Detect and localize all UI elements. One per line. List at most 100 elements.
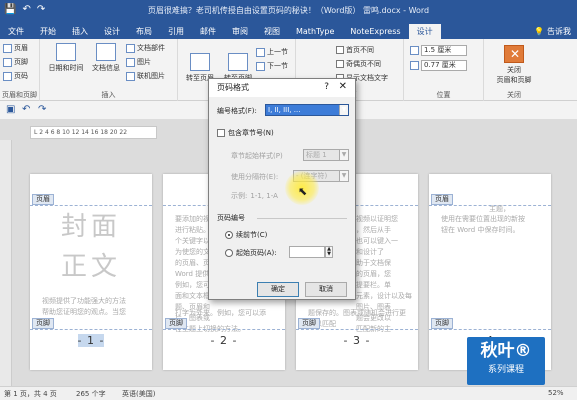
- page-number[interactable]: - 3 -: [296, 334, 418, 347]
- arrow-up-icon: [256, 47, 265, 57]
- close-header-footer-button[interactable]: 关闭 页眉和页脚: [488, 45, 540, 85]
- close-group-label: 关闭: [507, 91, 521, 99]
- tab-layout[interactable]: 布局: [128, 24, 160, 39]
- tab-mathtype[interactable]: MathType: [288, 24, 342, 39]
- vertical-ruler[interactable]: [0, 140, 12, 386]
- word-count[interactable]: 265 个字: [76, 389, 106, 399]
- start-at-input[interactable]: [289, 246, 325, 258]
- horizontal-ruler[interactable]: L 2 4 6 8 10 12 14 16 18 20 22: [30, 126, 157, 139]
- body-text-large: 正文: [60, 252, 121, 282]
- online-picture-button[interactable]: 联机图片: [126, 71, 165, 81]
- header-button[interactable]: 页眉: [3, 43, 28, 53]
- undo-icon-small[interactable]: ↶: [22, 104, 30, 115]
- tab-view[interactable]: 视图: [256, 24, 288, 39]
- tab-header-footer-design[interactable]: 设计: [408, 24, 441, 39]
- footer-position-icon: [410, 61, 419, 70]
- arrow-down-icon: [256, 61, 265, 71]
- different-first-page-option[interactable]: 首页不同: [336, 45, 374, 55]
- picture-button[interactable]: 图片: [126, 57, 151, 67]
- page-number[interactable]: - 2 -: [163, 334, 285, 347]
- language[interactable]: 英语(美国): [122, 389, 155, 399]
- next-section-button[interactable]: 下一节: [256, 61, 288, 71]
- zoom-level[interactable]: 52%: [548, 389, 564, 397]
- doc-parts-button[interactable]: 文档部件: [126, 43, 165, 53]
- page-number[interactable]: - 1 -: [30, 334, 152, 347]
- tab-noteexpress[interactable]: NoteExpress: [342, 24, 408, 39]
- redo-icon-small[interactable]: ↷: [38, 104, 46, 115]
- start-at-option[interactable]: 起始页码(A):: [225, 248, 277, 258]
- page-1[interactable]: 页眉 封面 正文 视频提供了功能强大的方法 帮助您证明您的观点。当您 页脚 - …: [30, 174, 152, 370]
- title-bar: 💾 ↶ ↷ 页眉很难搞？老司机传授自由设置页码的秘诀！（Word版） 雷鸣.do…: [0, 0, 577, 22]
- page-count[interactable]: 第 1 页，共 4 页: [4, 389, 57, 399]
- include-chapter-option[interactable]: 包含章节号(N): [217, 128, 274, 138]
- example-row: 示例: 1-1, 1-A: [231, 192, 278, 200]
- page-number-button[interactable]: 页码: [3, 71, 28, 81]
- different-odd-even-option[interactable]: 奇偶页不同: [336, 59, 381, 69]
- tab-review[interactable]: 审阅: [224, 24, 256, 39]
- footer-boundary: [296, 329, 418, 330]
- tab-file[interactable]: 文件: [0, 24, 32, 39]
- previous-section-button[interactable]: 上一节: [256, 47, 288, 57]
- header-position-control[interactable]: 1.5 厘米: [410, 45, 467, 56]
- footer-position-control[interactable]: 0.77 厘米: [410, 60, 467, 71]
- status-bar: 第 1 页，共 4 页 265 个字 英语(美国) 52%: [0, 386, 577, 400]
- save-icon[interactable]: 💾: [4, 4, 16, 15]
- footer-button[interactable]: 页脚: [3, 57, 28, 67]
- insert-group-label: 插入: [101, 91, 116, 99]
- help-icon[interactable]: ?: [324, 82, 329, 92]
- dialog-title: 页码格式: [209, 79, 355, 97]
- different-odd-even-checkbox[interactable]: [336, 60, 344, 68]
- tab-references[interactable]: 引用: [160, 24, 192, 39]
- chevron-down-icon: ▼: [339, 150, 348, 160]
- footer-boundary: [429, 329, 551, 330]
- doc-info-button[interactable]: 文档信息: [88, 43, 124, 73]
- cover-text: 封面: [60, 212, 121, 242]
- quick-access-toolbar: 💾 ↶ ↷: [4, 4, 45, 15]
- body-paragraph: 使用在需要位置出现的新按 钮在 Word 中保存时间。: [441, 215, 525, 234]
- body-last-line: 题保存的。图表或随机会进行更改以匹配: [308, 309, 406, 328]
- date-time-button[interactable]: 日期和时间: [46, 43, 86, 73]
- header-position-input[interactable]: 1.5 厘米: [421, 45, 467, 56]
- tell-me-box[interactable]: 💡 告诉我: [534, 24, 577, 39]
- different-first-page-checkbox[interactable]: [336, 46, 344, 54]
- start-at-radio[interactable]: [225, 249, 233, 257]
- goto-header-icon: [190, 53, 210, 71]
- tell-me-label: 告诉我: [547, 27, 571, 36]
- continue-radio[interactable]: [225, 231, 233, 239]
- chevron-down-icon: ▼: [339, 171, 348, 181]
- tab-mailings[interactable]: 邮件: [192, 24, 224, 39]
- continue-option[interactable]: 续前节(C): [225, 230, 267, 240]
- save-icon-small[interactable]: ▣: [6, 104, 15, 115]
- picture-icon: [126, 57, 135, 67]
- number-format-select[interactable]: I, II, III, ... ▼: [265, 104, 349, 116]
- cancel-button[interactable]: 取消: [305, 282, 347, 297]
- undo-icon[interactable]: ↶: [22, 4, 30, 15]
- header-tag: 页眉: [431, 194, 453, 205]
- insert-group: 日期和时间 文档信息 文档部件 图片 联机图片 插入: [40, 39, 178, 101]
- goto-footer-icon: [228, 53, 248, 71]
- close-icon[interactable]: ✕: [339, 81, 347, 92]
- redo-icon[interactable]: ↷: [37, 4, 45, 15]
- ok-button[interactable]: 确定: [257, 282, 299, 297]
- start-at-spinner[interactable]: ▲ ▼: [325, 246, 333, 258]
- number-format-label: 编号格式(F):: [217, 107, 257, 115]
- include-chapter-checkbox[interactable]: [217, 129, 225, 137]
- body-last-line: 打字为外来。例如，您可以添: [175, 309, 266, 317]
- numbering-section-label: 页码编号: [217, 214, 245, 222]
- chapter-style-select[interactable]: 标题 1 ▼: [303, 149, 349, 161]
- footer-tag: 页脚: [431, 318, 453, 329]
- tab-design[interactable]: 设计: [96, 24, 128, 39]
- header-tag: 页眉: [32, 194, 54, 205]
- ruler-ticks: L 2 4 6 8 10 12 14 16 18 20 22: [34, 129, 128, 136]
- footer-position-input[interactable]: 0.77 厘米: [421, 60, 467, 71]
- footer-tag: 页脚: [32, 318, 54, 329]
- header-footer-group: 页眉 页脚 页码 页眉和页脚: [0, 39, 40, 101]
- tab-insert[interactable]: 插入: [64, 24, 96, 39]
- tab-spacer: [441, 24, 534, 39]
- header-position-icon: [410, 46, 419, 55]
- chevron-down-icon: ▼: [339, 105, 348, 115]
- chapter-style-label: 章节起始样式(P): [231, 152, 283, 160]
- mouse-pointer-icon: ⬉: [298, 185, 308, 198]
- tab-home[interactable]: 开始: [32, 24, 64, 39]
- numbering-divider: [257, 218, 347, 219]
